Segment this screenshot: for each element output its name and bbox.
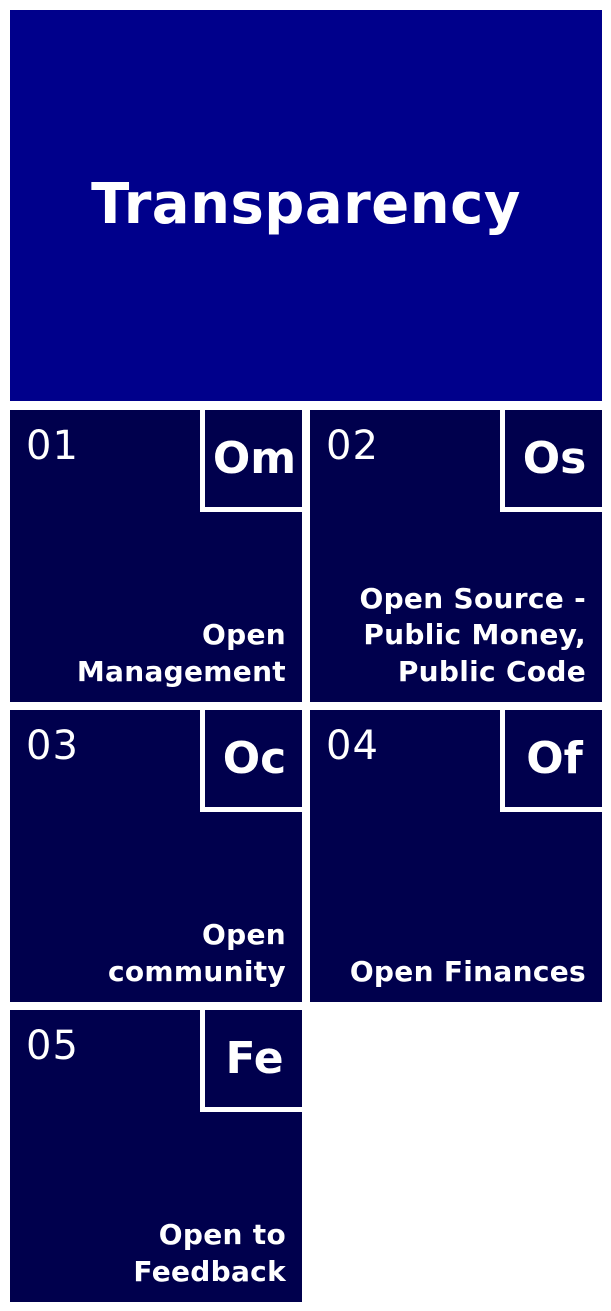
tile-number: 05 bbox=[26, 1023, 79, 1069]
tile-symbol: Os bbox=[522, 432, 587, 484]
tile-open-community[interactable]: 03 Oc Open community bbox=[10, 710, 302, 1002]
tile-open-management[interactable]: 01 Om Open Management bbox=[10, 410, 302, 702]
tile-label: Open to Feedback bbox=[133, 1218, 286, 1288]
transparency-header: Transparency bbox=[10, 10, 602, 401]
tile-symbol-box: Os bbox=[500, 410, 602, 512]
header-title: Transparency bbox=[91, 172, 521, 237]
tile-symbol: Oc bbox=[222, 732, 287, 784]
tile-open-source[interactable]: 02 Os Open Source - Public Money, Public… bbox=[310, 410, 602, 702]
tile-label: Open Finances bbox=[349, 954, 586, 988]
tile-symbol: Om bbox=[212, 432, 297, 484]
tile-open-finances[interactable]: 04 Of Open Finances bbox=[310, 710, 602, 1002]
tile-symbol-box: Fe bbox=[200, 1010, 302, 1112]
tile-open-to-feedback[interactable]: 05 Fe Open to Feedback bbox=[10, 1010, 302, 1302]
tile-symbol-box: Oc bbox=[200, 710, 302, 812]
tile-symbol: Of bbox=[526, 732, 583, 784]
tile-number: 01 bbox=[26, 423, 79, 469]
tile-number: 03 bbox=[26, 723, 79, 769]
tile-symbol-box: Of bbox=[500, 710, 602, 812]
tile-symbol-box: Om bbox=[200, 410, 302, 512]
tile-number: 02 bbox=[326, 423, 379, 469]
tile-symbol: Fe bbox=[225, 1032, 284, 1084]
tile-label: Open Management bbox=[76, 618, 286, 688]
tile-label: Open Source - Public Money, Public Code bbox=[359, 581, 586, 688]
tile-label: Open community bbox=[108, 918, 286, 988]
tile-number: 04 bbox=[326, 723, 379, 769]
